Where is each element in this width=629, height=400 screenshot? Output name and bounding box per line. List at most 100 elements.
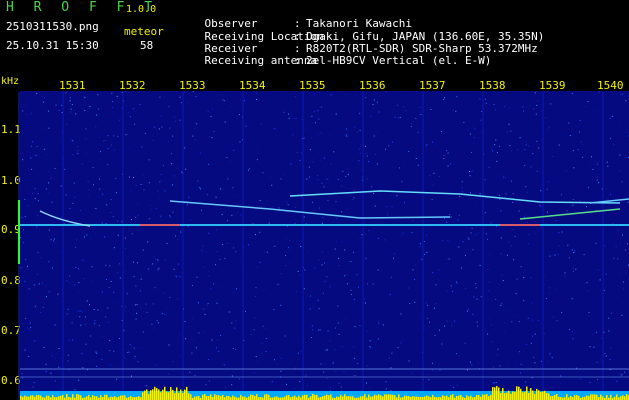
noise-dot bbox=[117, 234, 119, 236]
level-bar bbox=[138, 396, 140, 400]
noise-dot bbox=[351, 242, 353, 244]
noise-dot bbox=[323, 362, 325, 364]
noise-dot bbox=[548, 126, 550, 128]
noise-dot bbox=[112, 215, 114, 217]
noise-dot bbox=[415, 117, 417, 119]
noise-dot bbox=[235, 348, 237, 350]
noise-dot bbox=[387, 211, 389, 213]
noise-dot bbox=[305, 375, 307, 377]
noise-dot bbox=[157, 269, 159, 271]
noise-dot bbox=[303, 137, 305, 139]
noise-dot bbox=[95, 208, 97, 210]
noise-dot bbox=[492, 382, 494, 384]
noise-dot bbox=[353, 251, 354, 253]
level-bar bbox=[204, 394, 206, 400]
noise-dot bbox=[216, 250, 218, 252]
noise-dot bbox=[21, 373, 23, 375]
level-bar bbox=[284, 396, 286, 400]
noise-dot bbox=[67, 360, 69, 362]
noise-dot bbox=[364, 298, 366, 300]
noise-dot bbox=[32, 141, 34, 143]
level-bar bbox=[66, 394, 68, 400]
noise-dot bbox=[579, 200, 581, 202]
observation-datetime: 25.10.31 15:30 bbox=[6, 39, 99, 52]
noise-dot bbox=[367, 283, 369, 285]
noise-dot bbox=[391, 352, 393, 354]
noise-dot bbox=[26, 327, 28, 329]
noise-dot bbox=[131, 233, 133, 235]
noise-dot bbox=[573, 252, 575, 253]
level-bar bbox=[566, 394, 568, 400]
noise-dot bbox=[497, 208, 499, 209]
noise-dot bbox=[309, 308, 311, 310]
noise-dot bbox=[601, 337, 603, 339]
noise-dot bbox=[280, 370, 282, 372]
level-bar bbox=[144, 390, 146, 400]
level-bar bbox=[304, 394, 306, 400]
level-bar bbox=[162, 389, 164, 400]
noise-dot bbox=[535, 232, 536, 234]
noise-dot bbox=[30, 112, 32, 114]
noise-dot bbox=[53, 241, 55, 243]
level-bar bbox=[378, 394, 380, 400]
noise-dot bbox=[538, 319, 539, 321]
noise-dot bbox=[500, 210, 502, 212]
noise-dot bbox=[202, 245, 204, 247]
noise-dot bbox=[608, 330, 610, 332]
noise-dot bbox=[25, 259, 27, 261]
level-bar bbox=[28, 396, 30, 400]
spectrogram bbox=[20, 91, 629, 400]
noise-dot bbox=[113, 135, 115, 137]
noise-dot bbox=[503, 310, 505, 312]
noise-dot bbox=[596, 110, 598, 112]
noise-dot bbox=[137, 262, 138, 264]
noise-dot bbox=[75, 246, 77, 248]
noise-dot bbox=[476, 341, 478, 343]
noise-dot bbox=[472, 170, 474, 172]
noise-dot bbox=[297, 270, 299, 272]
noise-dot bbox=[74, 389, 76, 391]
noise-dot bbox=[309, 295, 311, 297]
noise-dot bbox=[58, 366, 60, 368]
noise-dot bbox=[593, 346, 595, 348]
noise-dot bbox=[353, 302, 355, 303]
noise-dot bbox=[174, 120, 176, 122]
noise-dot bbox=[161, 313, 163, 314]
noise-dot bbox=[597, 162, 599, 163]
noise-dot bbox=[103, 140, 105, 142]
noise-dot bbox=[337, 322, 339, 324]
level-bar bbox=[520, 388, 522, 400]
level-bar bbox=[122, 395, 124, 400]
noise-dot bbox=[297, 352, 299, 354]
noise-dot bbox=[621, 314, 623, 316]
level-bar bbox=[124, 395, 126, 400]
noise-dot bbox=[34, 155, 36, 157]
noise-dot bbox=[536, 140, 538, 142]
noise-dot bbox=[140, 347, 142, 349]
noise-dot bbox=[330, 94, 332, 96]
noise-dot bbox=[385, 388, 387, 390]
level-bar bbox=[386, 394, 388, 400]
noise-dot bbox=[236, 288, 237, 290]
noise-dot bbox=[549, 356, 551, 358]
noise-dot bbox=[64, 168, 66, 170]
noise-dot bbox=[595, 242, 597, 244]
noise-dot bbox=[397, 347, 399, 349]
level-bar bbox=[624, 396, 626, 400]
noise-dot bbox=[621, 181, 623, 183]
noise-dot bbox=[347, 174, 349, 175]
noise-dot bbox=[132, 108, 134, 110]
noise-dot bbox=[554, 378, 556, 380]
noise-dot bbox=[238, 378, 240, 380]
noise-dot bbox=[577, 126, 579, 128]
noise-dot bbox=[596, 179, 598, 181]
noise-dot bbox=[429, 175, 431, 177]
noise-dot bbox=[426, 144, 428, 146]
noise-dot bbox=[588, 187, 590, 189]
noise-dot bbox=[469, 171, 470, 172]
noise-dot bbox=[540, 360, 542, 362]
noise-dot bbox=[452, 109, 454, 111]
noise-dot bbox=[498, 194, 500, 196]
noise-dot bbox=[119, 119, 121, 121]
noise-dot bbox=[98, 158, 100, 160]
